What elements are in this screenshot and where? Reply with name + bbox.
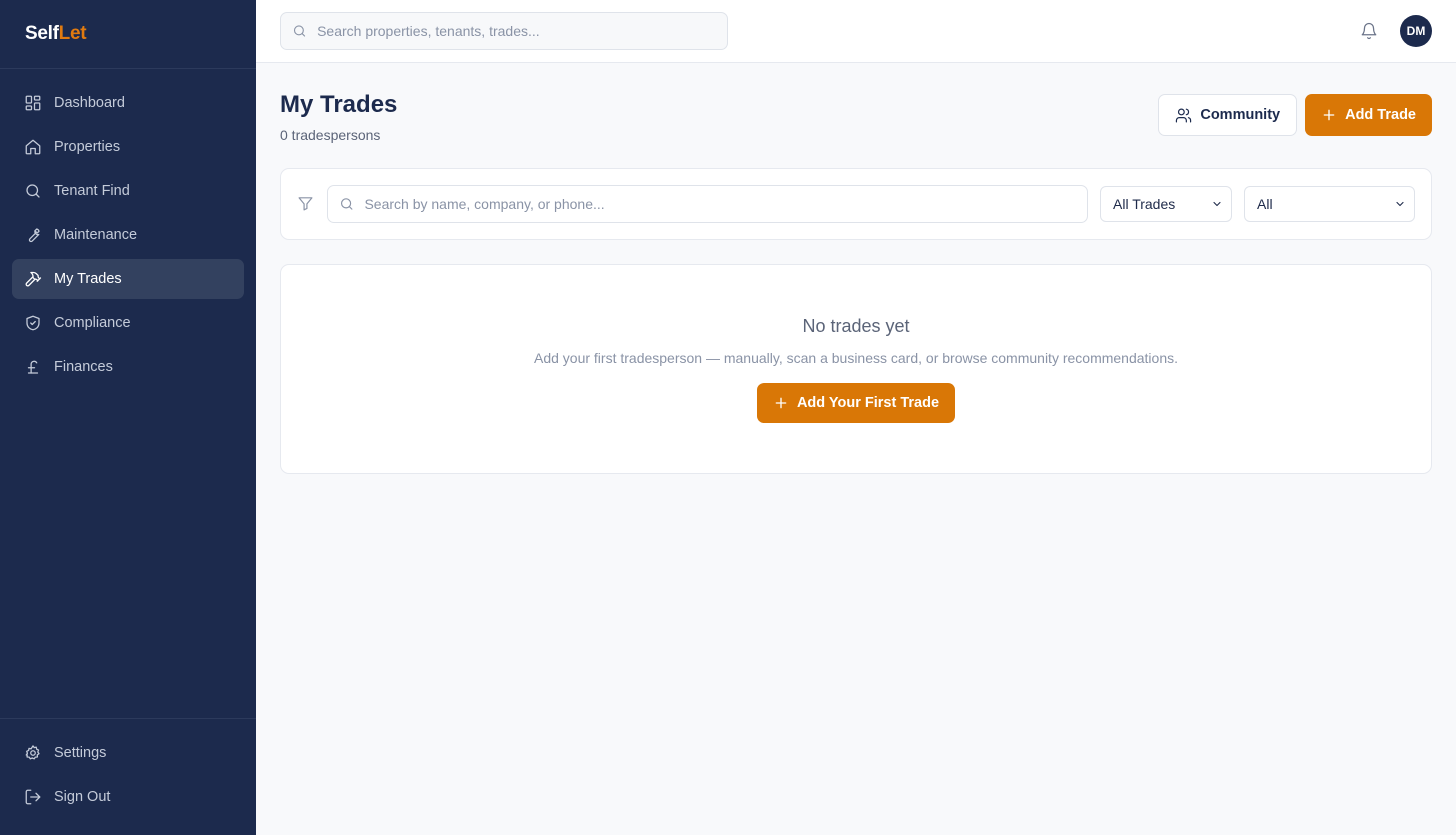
- brand-logo-self: Self: [25, 23, 59, 44]
- sidebar-bottom: Settings Sign Out: [0, 718, 256, 835]
- users-icon: [1176, 108, 1192, 122]
- page-header: My Trades 0 tradespersons Community Add …: [280, 91, 1432, 168]
- sidebar-item-tenant-find[interactable]: Tenant Find: [12, 171, 244, 211]
- add-trade-button[interactable]: Add Trade: [1305, 94, 1432, 136]
- page-content: My Trades 0 tradespersons Community Add …: [256, 63, 1456, 474]
- community-button-label: Community: [1200, 107, 1281, 123]
- trade-search-input[interactable]: [364, 196, 1087, 212]
- topbar: DM: [256, 0, 1456, 63]
- home-icon: [24, 138, 42, 156]
- add-first-trade-button[interactable]: Add Your First Trade: [756, 383, 956, 423]
- page-title: My Trades: [280, 91, 398, 118]
- sidebar-item-properties[interactable]: Properties: [12, 127, 244, 167]
- sidebar-item-finances[interactable]: Finances: [12, 347, 244, 387]
- avatar[interactable]: DM: [1400, 15, 1432, 47]
- sidebar-nav: Dashboard Properties Tenant Find Mainten…: [0, 69, 256, 718]
- empty-state-description: Add your first tradesperson — manually, …: [533, 350, 1179, 366]
- sidebar-item-my-trades[interactable]: My Trades: [12, 259, 244, 299]
- page-subtitle: 0 tradespersons: [280, 127, 381, 143]
- add-first-trade-button-label: Add Your First Trade: [796, 395, 940, 411]
- topbar-actions: DM: [1358, 15, 1432, 47]
- filter-bar: All Trades All: [280, 168, 1432, 240]
- sidebar-item-label: Properties: [54, 139, 121, 155]
- empty-state: No trades yet Add your first tradesperso…: [280, 264, 1432, 474]
- status-select[interactable]: All: [1244, 186, 1415, 222]
- header-actions: Community Add Trade: [1158, 94, 1432, 136]
- sidebar-item-label: Dashboard: [54, 95, 125, 111]
- sidebar: Self Let Dashboard Properties Tenant Find: [0, 0, 256, 835]
- plus-icon: [1323, 109, 1335, 121]
- sidebar-item-label: Settings: [54, 745, 107, 761]
- chevron-down-icon: [1396, 201, 1404, 207]
- hammer-icon: [24, 270, 42, 288]
- trade-type-select-value: All Trades: [1113, 196, 1176, 212]
- sign-out-icon: [24, 788, 42, 806]
- gear-icon: [24, 744, 42, 762]
- sidebar-item-sign-out[interactable]: Sign Out: [12, 777, 244, 817]
- chevron-down-icon: [1213, 201, 1221, 207]
- sidebar-item-compliance[interactable]: Compliance: [12, 303, 244, 343]
- wrench-icon: [24, 226, 42, 244]
- main-area: DM My Trades 0 tradespersons Community A…: [256, 0, 1456, 835]
- filter-icon: [297, 195, 315, 213]
- brand-logo[interactable]: Self Let: [0, 0, 256, 69]
- search-icon: [293, 25, 306, 37]
- global-search[interactable]: [280, 12, 728, 50]
- sidebar-item-maintenance[interactable]: Maintenance: [12, 215, 244, 255]
- bell-icon[interactable]: [1358, 20, 1380, 42]
- sidebar-item-label: Finances: [54, 359, 113, 375]
- community-button[interactable]: Community: [1158, 94, 1298, 136]
- add-trade-button-label: Add Trade: [1345, 107, 1416, 123]
- trade-search[interactable]: [327, 185, 1088, 223]
- plus-icon: [775, 397, 787, 409]
- sidebar-item-label: My Trades: [54, 271, 122, 287]
- search-icon: [24, 182, 42, 200]
- empty-state-title: No trades yet: [802, 316, 910, 336]
- brand-logo-let: Let: [58, 23, 87, 44]
- sidebar-item-dashboard[interactable]: Dashboard: [12, 83, 244, 123]
- sidebar-item-settings[interactable]: Settings: [12, 733, 244, 773]
- search-icon: [340, 198, 353, 210]
- sidebar-item-label: Compliance: [54, 315, 131, 331]
- global-search-input[interactable]: [317, 23, 727, 39]
- trade-type-select[interactable]: All Trades: [1100, 186, 1232, 222]
- sidebar-item-label: Sign Out: [54, 789, 111, 805]
- dashboard-icon: [24, 94, 42, 112]
- status-select-value: All: [1257, 196, 1273, 212]
- shield-check-icon: [24, 314, 42, 332]
- pound-icon: [24, 358, 42, 376]
- sidebar-item-label: Maintenance: [54, 227, 138, 243]
- sidebar-item-label: Tenant Find: [54, 183, 130, 199]
